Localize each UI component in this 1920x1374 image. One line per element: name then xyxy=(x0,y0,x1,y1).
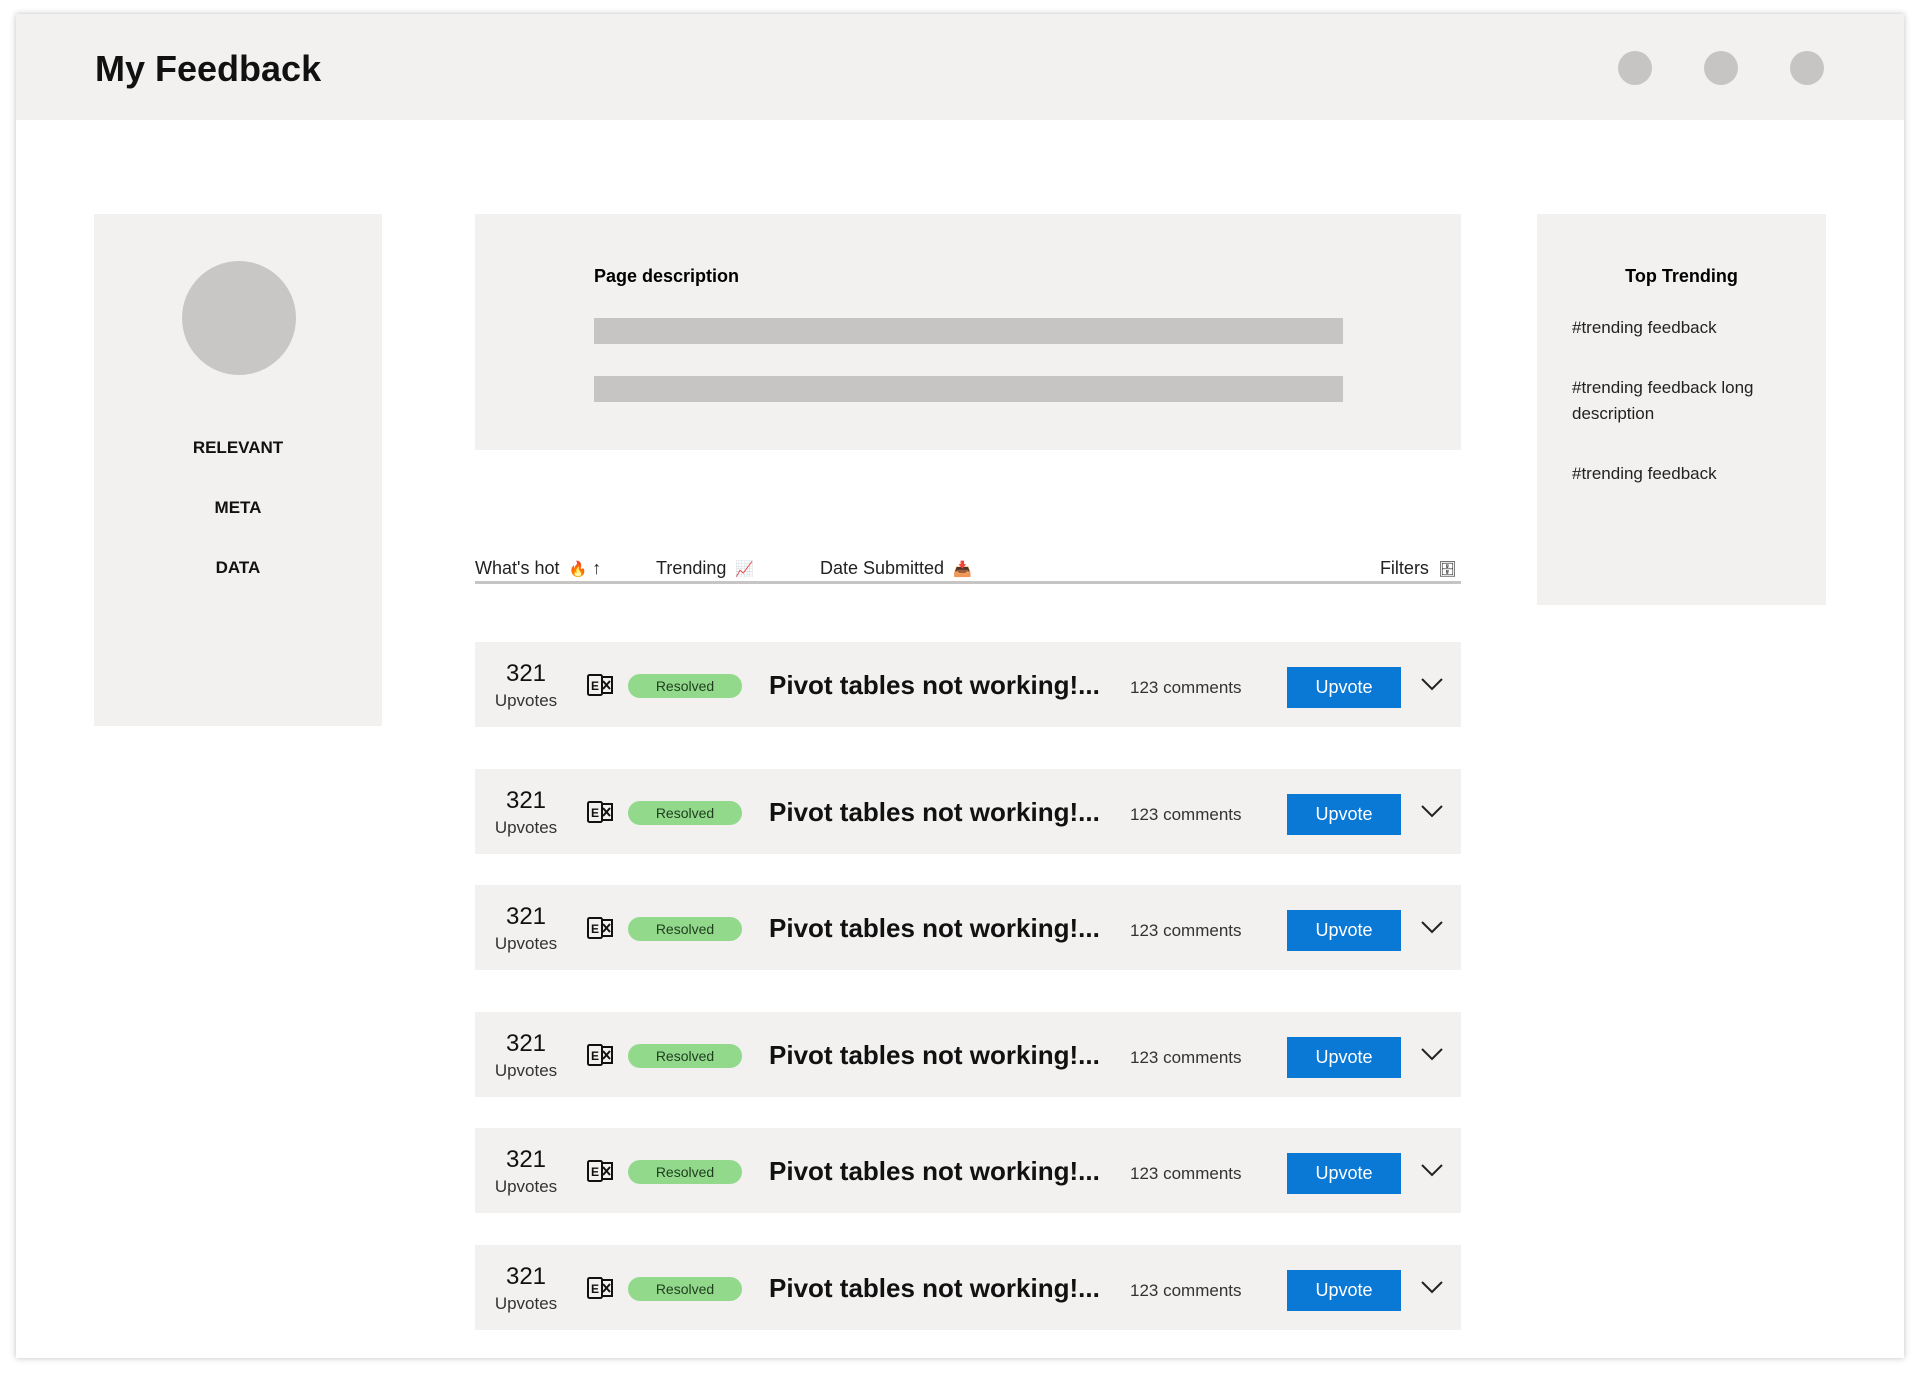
upvote-button[interactable]: Upvote xyxy=(1287,1153,1401,1194)
chart-icon: 📈 xyxy=(735,561,755,578)
chevron-down-icon[interactable] xyxy=(1420,1046,1444,1062)
excel-icon: E xyxy=(587,674,613,696)
comment-count[interactable]: 123 comments xyxy=(1130,805,1242,825)
trending-item[interactable]: #trending feedback xyxy=(1572,461,1802,487)
upvote-count-label: Upvotes xyxy=(494,691,558,710)
trending-item[interactable]: #trending feedback xyxy=(1572,315,1802,341)
meta-label-meta: META xyxy=(214,498,262,517)
avatar[interactable] xyxy=(182,261,296,375)
upvote-count-label: Upvotes xyxy=(494,1294,558,1313)
comment-count[interactable]: 123 comments xyxy=(1130,678,1242,698)
svg-text:E: E xyxy=(591,1282,599,1296)
tab-label: Trending xyxy=(656,558,727,578)
feedback-title[interactable]: Pivot tables not working!... xyxy=(769,1156,1100,1187)
upvote-count: 321 xyxy=(505,1146,547,1173)
tab-trending[interactable]: Trending 📈 xyxy=(656,558,754,579)
excel-icon: E xyxy=(587,917,613,939)
tab-label: What's hot xyxy=(475,558,560,578)
chevron-down-icon[interactable] xyxy=(1420,676,1444,692)
upvote-button[interactable]: Upvote xyxy=(1287,1037,1401,1078)
status-badge: Resolved xyxy=(628,1160,742,1184)
upvote-button[interactable]: Upvote xyxy=(1287,910,1401,951)
upvote-count-label: Upvotes xyxy=(494,1177,558,1196)
tab-filters[interactable]: Filters 🗄 xyxy=(1380,558,1457,579)
meta-label-relevant: RELEVANT xyxy=(192,438,284,457)
excel-icon: E xyxy=(587,801,613,823)
feedback-row[interactable]: 321 Upvotes E Resolved Pivot tables not … xyxy=(475,642,1461,727)
trending-item-label: #trending feedback long description xyxy=(1572,378,1754,423)
feedback-title[interactable]: Pivot tables not working!... xyxy=(769,913,1100,944)
excel-icon: E xyxy=(587,1277,613,1299)
status-badge: Resolved xyxy=(628,801,742,825)
feedback-row[interactable]: 321 Upvotes E Resolved Pivot tables not … xyxy=(475,769,1461,854)
upvote-count: 321 xyxy=(505,903,547,930)
header-menu-dot[interactable] xyxy=(1790,51,1824,85)
description-placeholder-line xyxy=(594,318,1343,344)
page-title: My Feedback xyxy=(95,48,322,89)
svg-text:E: E xyxy=(591,679,599,693)
svg-text:E: E xyxy=(591,806,599,820)
upvote-count: 321 xyxy=(505,1030,547,1057)
header-settings-dot[interactable] xyxy=(1704,51,1738,85)
tab-whats-hot[interactable]: What's hot 🔥 ↑ xyxy=(475,558,601,579)
comment-count[interactable]: 123 comments xyxy=(1130,1281,1242,1301)
description-placeholder-line xyxy=(594,376,1343,402)
upvote-button[interactable]: Upvote xyxy=(1287,667,1401,708)
feedback-title[interactable]: Pivot tables not working!... xyxy=(769,797,1100,828)
upvote-button[interactable]: Upvote xyxy=(1287,1270,1401,1311)
tab-label: Filters xyxy=(1379,558,1429,578)
app-header: My Feedback xyxy=(16,14,1904,120)
profile-panel: RELEVANT META DATA xyxy=(94,214,382,726)
fire-icon: 🔥 xyxy=(568,561,588,578)
excel-icon: E xyxy=(587,1044,613,1066)
upvote-count-label: Upvotes xyxy=(494,1061,558,1080)
status-badge: Resolved xyxy=(628,917,742,941)
svg-text:E: E xyxy=(591,1049,599,1063)
chevron-down-icon[interactable] xyxy=(1420,1162,1444,1178)
status-badge: Resolved xyxy=(628,674,742,698)
cabinet-icon: 🗄 xyxy=(1437,561,1457,578)
top-trending-panel: Top Trending #trending feedback #trendin… xyxy=(1537,214,1826,605)
meta-label-data: DATA xyxy=(215,558,261,577)
feedback-title[interactable]: Pivot tables not working!... xyxy=(769,670,1100,701)
feedback-row[interactable]: 321 Upvotes E Resolved Pivot tables not … xyxy=(475,1245,1461,1330)
inbox-icon: 📥 xyxy=(953,561,972,578)
tab-label: Date Submitted xyxy=(820,558,945,578)
comment-count[interactable]: 123 comments xyxy=(1130,1048,1242,1068)
status-badge: Resolved xyxy=(628,1277,742,1301)
feedback-row[interactable]: 321 Upvotes E Resolved Pivot tables not … xyxy=(475,1128,1461,1213)
status-badge: Resolved xyxy=(628,1044,742,1068)
svg-text:E: E xyxy=(591,922,599,936)
chevron-down-icon[interactable] xyxy=(1420,1279,1444,1295)
app-window: My Feedback RELEVANT META DATA Page desc… xyxy=(16,14,1904,1358)
excel-icon: E xyxy=(587,1160,613,1182)
svg-text:E: E xyxy=(591,1165,599,1179)
upvote-count: 321 xyxy=(505,660,547,687)
feedback-title[interactable]: Pivot tables not working!... xyxy=(769,1040,1100,1071)
upvote-button[interactable]: Upvote xyxy=(1287,794,1401,835)
header-profile-dot[interactable] xyxy=(1618,51,1652,85)
feedback-row[interactable]: 321 Upvotes E Resolved Pivot tables not … xyxy=(475,1012,1461,1097)
arrow-up-icon: ↑ xyxy=(592,558,602,578)
upvote-count: 321 xyxy=(505,787,547,814)
top-trending-title: Top Trending xyxy=(1625,266,1738,286)
page-description-card: Page description xyxy=(475,214,1461,450)
comment-count[interactable]: 123 comments xyxy=(1130,1164,1242,1184)
comment-count[interactable]: 123 comments xyxy=(1130,921,1242,941)
page-description-title: Page description xyxy=(594,266,740,286)
chevron-down-icon[interactable] xyxy=(1420,919,1444,935)
upvote-count-label: Upvotes xyxy=(494,934,558,953)
upvote-count: 321 xyxy=(505,1263,547,1290)
sort-tabs: What's hot 🔥 ↑ Trending 📈 Date Submitted… xyxy=(475,544,1461,584)
feedback-row[interactable]: 321 Upvotes E Resolved Pivot tables not … xyxy=(475,885,1461,970)
upvote-count-label: Upvotes xyxy=(494,818,558,837)
tab-date-submitted[interactable]: Date Submitted 📥 xyxy=(820,558,972,579)
trending-item[interactable]: #trending feedback long description xyxy=(1572,375,1802,427)
chevron-down-icon[interactable] xyxy=(1420,803,1444,819)
feedback-title[interactable]: Pivot tables not working!... xyxy=(769,1273,1100,1304)
